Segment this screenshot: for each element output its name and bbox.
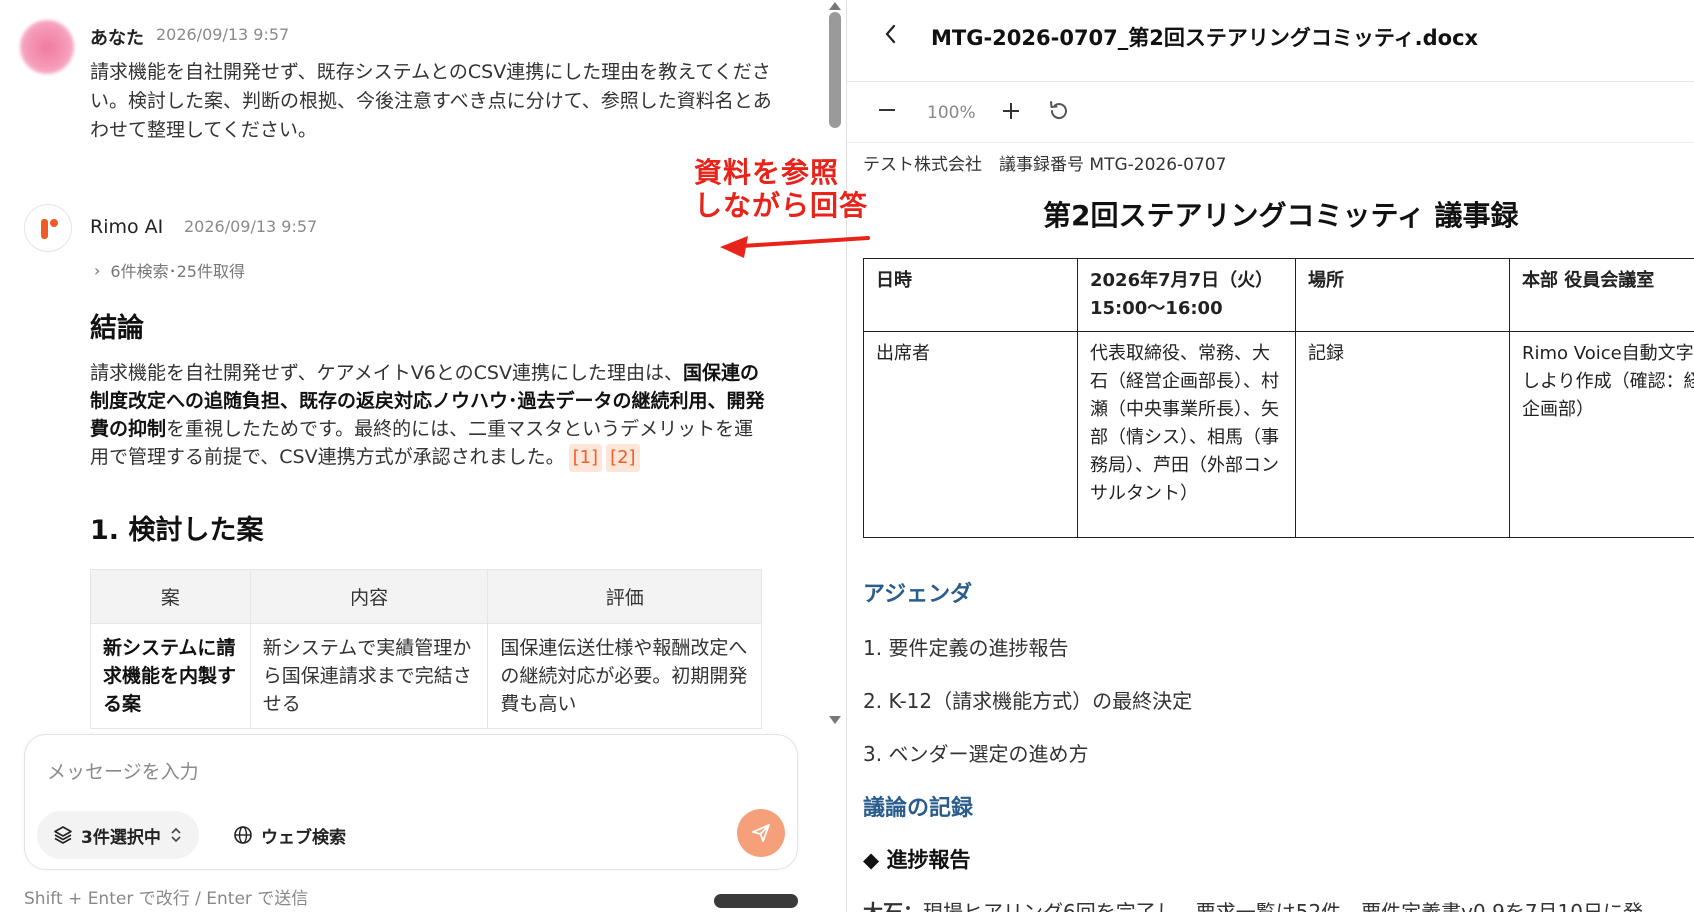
- send-icon: [752, 824, 770, 842]
- user-avatar: [20, 20, 74, 74]
- progress-heading: ◆ 進捗報告: [863, 848, 971, 872]
- search-summary-toggle[interactable]: › 6件検索･25件取得: [94, 258, 245, 282]
- document-select-button[interactable]: 3件選択中: [37, 811, 199, 859]
- zoom-level: 100%: [927, 103, 976, 123]
- minutes-title: 第2回ステアリングコミッティ 議事録: [1043, 199, 1519, 232]
- plus-icon: [1003, 103, 1019, 119]
- zoom-toolbar: 100%: [847, 83, 1694, 143]
- back-button[interactable]: [883, 22, 903, 46]
- agenda-item: 1. 要件定義の進捗報告: [863, 636, 1069, 660]
- message-input[interactable]: [47, 761, 767, 783]
- send-button[interactable]: [737, 809, 785, 857]
- search-summary-text: 6件検索･25件取得: [110, 262, 245, 281]
- table-cell: 日時: [863, 258, 1078, 332]
- table-header-row: 案 内容 評価: [90, 569, 762, 624]
- user-message-text: 請求機能を自社開発せず、既存システムとのCSV連携にした理由を教えてください。検…: [90, 61, 772, 141]
- zoom-in-button[interactable]: [1001, 95, 1021, 128]
- meta-table: 日時 2026年7月7日（火）15:00～16:00 場所 本部 役員会議室 出…: [863, 258, 1694, 538]
- discussion-heading: 議論の記録: [863, 796, 974, 821]
- agenda-heading: アジェンダ: [863, 582, 973, 607]
- table-cell: 新システムに請求機能を内製する案: [90, 623, 251, 729]
- web-search-toggle[interactable]: ウェブ検索: [233, 811, 346, 859]
- section1-heading: 1. 検討した案: [90, 515, 264, 546]
- rimo-ai-avatar: [24, 204, 72, 252]
- user-name: あなた: [90, 28, 144, 49]
- conclusion-text-1: 請求機能を自社開発せず、ケアメイトV6とのCSV連携にした理由は、: [90, 362, 683, 384]
- chat-pane: あなた 2026/09/13 9:57 請求機能を自社開発せず、既存システムとの…: [0, 0, 846, 912]
- table-cell: 出席者: [863, 331, 1078, 538]
- conclusion-paragraph: 請求機能を自社開発せず、ケアメイトV6とのCSV連携にした理由は、国保連の制度改…: [90, 359, 770, 472]
- annotation-line-1: 資料を参照: [694, 156, 840, 189]
- table-cell: 記録: [1295, 331, 1510, 538]
- citation-2[interactable]: [2]: [606, 444, 640, 472]
- table-header-cell: 評価: [487, 569, 762, 624]
- table-row: 新システムに請求機能を内製する案 新システムで実績管理から国保連請求まで完結させ…: [90, 623, 762, 729]
- annotation-arrow-icon: [720, 236, 870, 258]
- options-table: 案 内容 評価 新システムに請求機能を内製する案 新システムで実績管理から国保連…: [90, 569, 762, 729]
- scroll-down-arrow-icon[interactable]: [829, 716, 841, 724]
- annotation-line-2: しながら回答: [694, 189, 869, 222]
- scrollbar-thumb[interactable]: [829, 12, 841, 128]
- globe-icon: [234, 826, 252, 844]
- composer-hint: Shift + Enter で改行 / Enter で送信: [24, 889, 309, 909]
- table-cell: 場所: [1295, 258, 1510, 332]
- table-cell: 国保連伝送仕様や報酬改定への継続対応が必要。初期開発費も高い: [487, 623, 762, 729]
- user-message-time: 2026/09/13 9:57: [156, 25, 290, 44]
- discussion-paragraph: 大石：現場ヒアリング6回を完了し、要求一覧は52件、要件定義書v0.9を7月10…: [863, 896, 1643, 912]
- citation-1[interactable]: [1]: [568, 444, 603, 472]
- rotate-ccw-icon: [1050, 101, 1067, 120]
- chevron-up-down-icon: [171, 827, 181, 843]
- table-cell: 2026年7月7日（火）15:00～16:00: [1077, 258, 1296, 332]
- message-composer: 3件選択中 ウェブ検索: [24, 734, 798, 870]
- speaker-label: 大石：: [863, 900, 923, 912]
- chat-scrollbar[interactable]: [826, 0, 844, 735]
- discussion-text: 現場ヒアリング6回を完了し、要求一覧は52件、要件定義書v0.9を7月10日に発: [923, 900, 1643, 912]
- annotation-callout: 資料を参照 しながら回答: [694, 156, 868, 222]
- document-viewer: MTG-2026-0707_第2回ステアリングコミッティ.docx 100% テ…: [847, 0, 1694, 912]
- table-row: 出席者 代表取締役、常務、大石（経営企画部長）、村瀬（中央事業所長）、矢部（情シ…: [863, 331, 1694, 538]
- table-cell: Rimo Voice自動文字起こしより作成（確認：経営企画部）: [1509, 331, 1694, 538]
- table-cell: 代表取締役、常務、大石（経営企画部長）、村瀬（中央事業所長）、矢部（情シス）、相…: [1077, 331, 1296, 538]
- reset-zoom-button[interactable]: [1047, 99, 1071, 127]
- table-row: 日時 2026年7月7日（火）15:00～16:00 場所 本部 役員会議室: [863, 258, 1694, 332]
- document-title: MTG-2026-0707_第2回ステアリングコミッティ.docx: [931, 26, 1479, 50]
- table-header-cell: 案: [90, 569, 251, 624]
- scroll-up-arrow-icon[interactable]: [829, 2, 841, 10]
- document-select-label: 3件選択中: [81, 827, 161, 848]
- chevron-right-icon: ›: [94, 260, 101, 280]
- table-header-cell: 内容: [249, 569, 489, 624]
- web-search-label: ウェブ検索: [261, 827, 346, 848]
- document-header: MTG-2026-0707_第2回ステアリングコミッティ.docx: [847, 0, 1694, 82]
- agenda-item: 3. ベンダー選定の進め方: [863, 742, 1089, 766]
- minus-icon: [879, 109, 895, 111]
- rimo-logo-bar: [41, 219, 48, 239]
- conclusion-text-2: を重視したためです。最終的には、二重マスタというデメリットを運用で管理する前提で…: [90, 418, 754, 468]
- table-cell: 新システムで実績管理から国保連請求まで完結させる: [249, 623, 489, 729]
- agenda-item: 2. K-12（請求機能方式）の最終決定: [863, 689, 1193, 713]
- rimo-logo-dot: [50, 219, 58, 227]
- conclusion-heading: 結論: [90, 313, 144, 344]
- ai-message-time: 2026/09/13 9:57: [184, 217, 318, 236]
- company-line: テスト株式会社 議事録番号 MTG-2026-0707: [863, 155, 1227, 175]
- ai-name: Rimo AI: [90, 216, 164, 238]
- layers-icon: [54, 826, 72, 844]
- home-indicator: [714, 894, 798, 908]
- zoom-out-button[interactable]: [877, 97, 897, 127]
- table-cell: 本部 役員会議室: [1509, 258, 1694, 332]
- chevron-left-icon: [885, 24, 896, 44]
